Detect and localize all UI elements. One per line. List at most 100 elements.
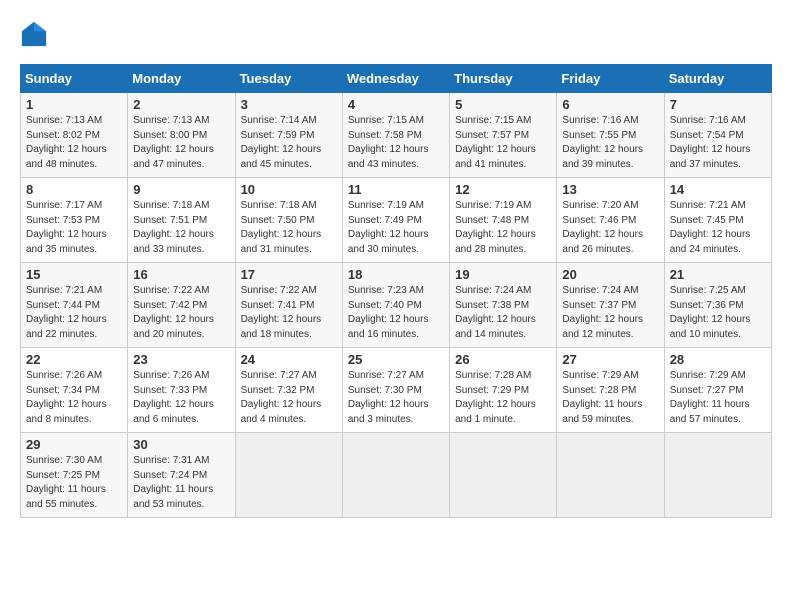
calendar-day-cell: 14 Sunrise: 7:21 AMSunset: 7:45 PMDaylig… <box>664 178 771 263</box>
weekday-header: Saturday <box>664 65 771 93</box>
calendar-day-cell <box>557 433 664 518</box>
day-info: Sunrise: 7:31 AMSunset: 7:24 PMDaylight:… <box>133 454 229 512</box>
day-info: Sunrise: 7:29 AMSunset: 7:27 PMDaylight:… <box>670 369 766 427</box>
calendar-day-cell: 21 Sunrise: 7:25 AMSunset: 7:36 PMDaylig… <box>664 263 771 348</box>
day-number: 3 <box>241 97 337 112</box>
day-number: 24 <box>241 352 337 367</box>
day-number: 10 <box>241 182 337 197</box>
logo <box>20 20 52 48</box>
calendar-day-cell: 28 Sunrise: 7:29 AMSunset: 7:27 PMDaylig… <box>664 348 771 433</box>
calendar-day-cell: 19 Sunrise: 7:24 AMSunset: 7:38 PMDaylig… <box>450 263 557 348</box>
day-number: 2 <box>133 97 229 112</box>
calendar-day-cell: 15 Sunrise: 7:21 AMSunset: 7:44 PMDaylig… <box>21 263 128 348</box>
day-info: Sunrise: 7:24 AMSunset: 7:38 PMDaylight:… <box>455 284 551 342</box>
day-info: Sunrise: 7:22 AMSunset: 7:41 PMDaylight:… <box>241 284 337 342</box>
calendar-week-row: 15 Sunrise: 7:21 AMSunset: 7:44 PMDaylig… <box>21 263 772 348</box>
calendar-day-cell: 27 Sunrise: 7:29 AMSunset: 7:28 PMDaylig… <box>557 348 664 433</box>
day-info: Sunrise: 7:13 AMSunset: 8:00 PMDaylight:… <box>133 114 229 172</box>
day-info: Sunrise: 7:26 AMSunset: 7:34 PMDaylight:… <box>26 369 122 427</box>
calendar-day-cell: 17 Sunrise: 7:22 AMSunset: 7:41 PMDaylig… <box>235 263 342 348</box>
day-info: Sunrise: 7:19 AMSunset: 7:48 PMDaylight:… <box>455 199 551 257</box>
day-info: Sunrise: 7:26 AMSunset: 7:33 PMDaylight:… <box>133 369 229 427</box>
day-info: Sunrise: 7:19 AMSunset: 7:49 PMDaylight:… <box>348 199 444 257</box>
calendar-day-cell: 23 Sunrise: 7:26 AMSunset: 7:33 PMDaylig… <box>128 348 235 433</box>
day-info: Sunrise: 7:15 AMSunset: 7:57 PMDaylight:… <box>455 114 551 172</box>
calendar-day-cell: 29 Sunrise: 7:30 AMSunset: 7:25 PMDaylig… <box>21 433 128 518</box>
weekday-header: Monday <box>128 65 235 93</box>
day-number: 11 <box>348 182 444 197</box>
calendar-day-cell: 4 Sunrise: 7:15 AMSunset: 7:58 PMDayligh… <box>342 93 449 178</box>
day-number: 8 <box>26 182 122 197</box>
day-info: Sunrise: 7:23 AMSunset: 7:40 PMDaylight:… <box>348 284 444 342</box>
calendar-day-cell: 11 Sunrise: 7:19 AMSunset: 7:49 PMDaylig… <box>342 178 449 263</box>
calendar-header: SundayMondayTuesdayWednesdayThursdayFrid… <box>21 65 772 93</box>
day-info: Sunrise: 7:27 AMSunset: 7:32 PMDaylight:… <box>241 369 337 427</box>
calendar-day-cell: 13 Sunrise: 7:20 AMSunset: 7:46 PMDaylig… <box>557 178 664 263</box>
calendar-day-cell: 22 Sunrise: 7:26 AMSunset: 7:34 PMDaylig… <box>21 348 128 433</box>
calendar-day-cell: 3 Sunrise: 7:14 AMSunset: 7:59 PMDayligh… <box>235 93 342 178</box>
day-info: Sunrise: 7:13 AMSunset: 8:02 PMDaylight:… <box>26 114 122 172</box>
day-number: 20 <box>562 267 658 282</box>
calendar-day-cell: 9 Sunrise: 7:18 AMSunset: 7:51 PMDayligh… <box>128 178 235 263</box>
calendar-day-cell: 12 Sunrise: 7:19 AMSunset: 7:48 PMDaylig… <box>450 178 557 263</box>
day-info: Sunrise: 7:25 AMSunset: 7:36 PMDaylight:… <box>670 284 766 342</box>
weekday-header: Tuesday <box>235 65 342 93</box>
calendar-day-cell <box>664 433 771 518</box>
calendar-table: SundayMondayTuesdayWednesdayThursdayFrid… <box>20 64 772 518</box>
day-info: Sunrise: 7:20 AMSunset: 7:46 PMDaylight:… <box>562 199 658 257</box>
day-number: 27 <box>562 352 658 367</box>
weekday-header: Friday <box>557 65 664 93</box>
day-number: 1 <box>26 97 122 112</box>
weekday-header: Thursday <box>450 65 557 93</box>
day-info: Sunrise: 7:15 AMSunset: 7:58 PMDaylight:… <box>348 114 444 172</box>
day-info: Sunrise: 7:17 AMSunset: 7:53 PMDaylight:… <box>26 199 122 257</box>
calendar-day-cell: 6 Sunrise: 7:16 AMSunset: 7:55 PMDayligh… <box>557 93 664 178</box>
day-info: Sunrise: 7:28 AMSunset: 7:29 PMDaylight:… <box>455 369 551 427</box>
day-number: 12 <box>455 182 551 197</box>
calendar-week-row: 22 Sunrise: 7:26 AMSunset: 7:34 PMDaylig… <box>21 348 772 433</box>
calendar-day-cell: 20 Sunrise: 7:24 AMSunset: 7:37 PMDaylig… <box>557 263 664 348</box>
calendar-day-cell: 1 Sunrise: 7:13 AMSunset: 8:02 PMDayligh… <box>21 93 128 178</box>
day-info: Sunrise: 7:21 AMSunset: 7:45 PMDaylight:… <box>670 199 766 257</box>
day-info: Sunrise: 7:22 AMSunset: 7:42 PMDaylight:… <box>133 284 229 342</box>
weekday-header: Sunday <box>21 65 128 93</box>
calendar-day-cell: 10 Sunrise: 7:18 AMSunset: 7:50 PMDaylig… <box>235 178 342 263</box>
day-number: 14 <box>670 182 766 197</box>
day-info: Sunrise: 7:21 AMSunset: 7:44 PMDaylight:… <box>26 284 122 342</box>
calendar-day-cell: 16 Sunrise: 7:22 AMSunset: 7:42 PMDaylig… <box>128 263 235 348</box>
day-info: Sunrise: 7:16 AMSunset: 7:55 PMDaylight:… <box>562 114 658 172</box>
day-number: 17 <box>241 267 337 282</box>
day-number: 23 <box>133 352 229 367</box>
calendar-day-cell: 30 Sunrise: 7:31 AMSunset: 7:24 PMDaylig… <box>128 433 235 518</box>
day-number: 16 <box>133 267 229 282</box>
day-info: Sunrise: 7:29 AMSunset: 7:28 PMDaylight:… <box>562 369 658 427</box>
calendar-day-cell: 8 Sunrise: 7:17 AMSunset: 7:53 PMDayligh… <box>21 178 128 263</box>
day-number: 18 <box>348 267 444 282</box>
logo-icon <box>20 20 48 48</box>
day-info: Sunrise: 7:16 AMSunset: 7:54 PMDaylight:… <box>670 114 766 172</box>
day-info: Sunrise: 7:14 AMSunset: 7:59 PMDaylight:… <box>241 114 337 172</box>
day-number: 25 <box>348 352 444 367</box>
calendar-week-row: 29 Sunrise: 7:30 AMSunset: 7:25 PMDaylig… <box>21 433 772 518</box>
day-info: Sunrise: 7:24 AMSunset: 7:37 PMDaylight:… <box>562 284 658 342</box>
calendar-day-cell: 7 Sunrise: 7:16 AMSunset: 7:54 PMDayligh… <box>664 93 771 178</box>
calendar-day-cell: 25 Sunrise: 7:27 AMSunset: 7:30 PMDaylig… <box>342 348 449 433</box>
day-info: Sunrise: 7:18 AMSunset: 7:51 PMDaylight:… <box>133 199 229 257</box>
day-number: 22 <box>26 352 122 367</box>
calendar-day-cell <box>450 433 557 518</box>
day-number: 28 <box>670 352 766 367</box>
day-number: 26 <box>455 352 551 367</box>
day-number: 19 <box>455 267 551 282</box>
calendar-week-row: 1 Sunrise: 7:13 AMSunset: 8:02 PMDayligh… <box>21 93 772 178</box>
day-number: 30 <box>133 437 229 452</box>
day-info: Sunrise: 7:30 AMSunset: 7:25 PMDaylight:… <box>26 454 122 512</box>
day-number: 6 <box>562 97 658 112</box>
day-number: 21 <box>670 267 766 282</box>
day-number: 15 <box>26 267 122 282</box>
day-number: 5 <box>455 97 551 112</box>
calendar-day-cell <box>342 433 449 518</box>
day-info: Sunrise: 7:18 AMSunset: 7:50 PMDaylight:… <box>241 199 337 257</box>
calendar-day-cell: 24 Sunrise: 7:27 AMSunset: 7:32 PMDaylig… <box>235 348 342 433</box>
day-info: Sunrise: 7:27 AMSunset: 7:30 PMDaylight:… <box>348 369 444 427</box>
page-header <box>20 20 772 48</box>
